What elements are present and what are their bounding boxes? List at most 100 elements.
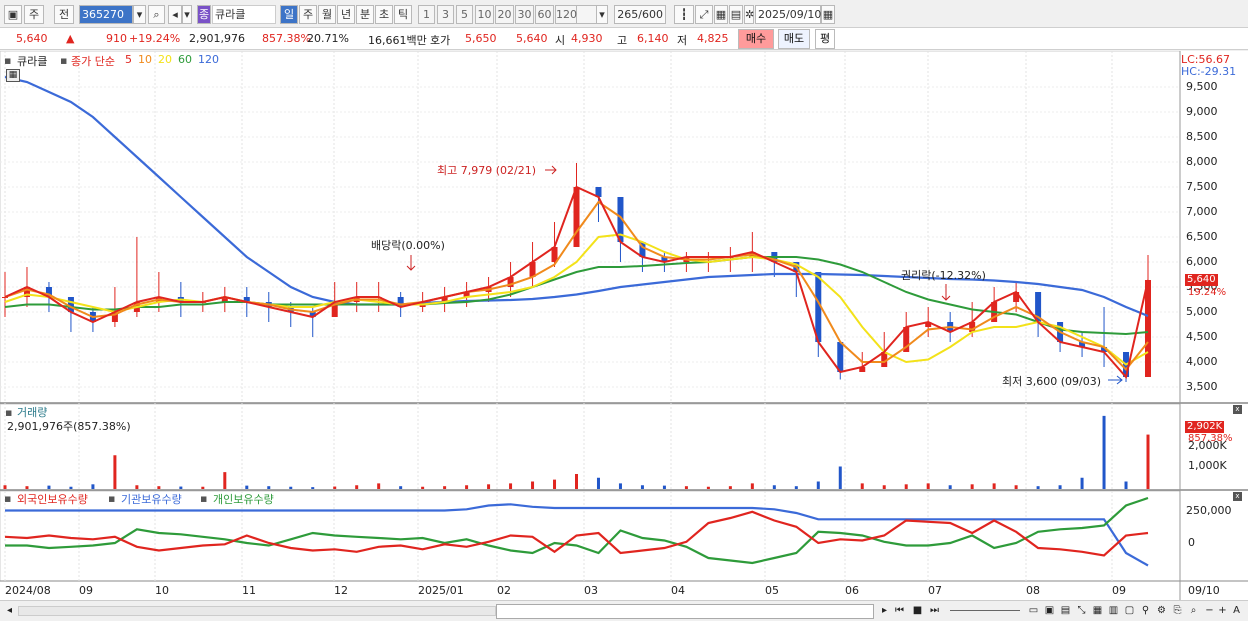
pin-icon[interactable]: ⚲ bbox=[1139, 604, 1152, 618]
interval-dropdown-icon[interactable]: ▾ bbox=[596, 5, 608, 24]
ma-legend-20[interactable]: 20 bbox=[158, 53, 172, 66]
scroll-bar[interactable]: ◂ ▸ ⏮ ■ ⏭ ▭ ▣ ▤ ⤡ ▦ ▥ ▢ ⚲ ⚙ ⎘ ⌕ − + A bbox=[0, 600, 1248, 621]
interval-0[interactable]: 1 bbox=[418, 5, 435, 24]
layout-icon[interactable]: ▣ bbox=[1043, 604, 1056, 618]
volume-bar bbox=[509, 483, 513, 489]
code-input[interactable]: 365270 bbox=[79, 5, 133, 24]
sell-button[interactable]: 매도 bbox=[778, 29, 810, 49]
stop-icon[interactable]: ■ bbox=[911, 604, 924, 618]
last-pct-tag: 19.24% bbox=[1188, 287, 1227, 298]
period-2[interactable]: 월 bbox=[318, 5, 336, 24]
minus-icon[interactable]: − bbox=[1203, 604, 1216, 618]
volume-bar bbox=[728, 486, 732, 489]
volume-bar bbox=[596, 477, 600, 489]
period-6[interactable]: 틱 bbox=[394, 5, 412, 24]
pane-marker-icon: ▪ bbox=[108, 492, 116, 505]
period-1[interactable]: 주 bbox=[299, 5, 317, 24]
plus-icon[interactable]: + bbox=[1216, 604, 1229, 618]
speaker-icon[interactable]: ◂ bbox=[168, 5, 182, 24]
interval-5[interactable]: 30 bbox=[515, 5, 534, 24]
interval-3[interactable]: 10 bbox=[475, 5, 494, 24]
search-icon[interactable]: ⌕ bbox=[148, 5, 165, 24]
speaker-dropdown-icon[interactable]: ▾ bbox=[182, 5, 192, 24]
eval-button[interactable]: 평 bbox=[815, 29, 835, 49]
fast-forward-icon[interactable]: ⏭ bbox=[928, 604, 941, 618]
table-icon[interactable]: ▥ bbox=[1107, 604, 1120, 618]
zoom-slider[interactable] bbox=[950, 610, 1020, 611]
bid-label: 호가 bbox=[430, 34, 451, 47]
x-axis-label: 04 bbox=[671, 584, 685, 597]
price-axis-tick: 9,000 bbox=[1186, 105, 1218, 118]
interval-1[interactable]: 3 bbox=[437, 5, 454, 24]
font-size-icon[interactable]: A bbox=[1230, 604, 1243, 618]
period-4[interactable]: 분 bbox=[356, 5, 374, 24]
volume-bar bbox=[992, 483, 996, 489]
dividend-annotation: 배당락(0.00%) bbox=[371, 239, 445, 252]
holdings-legend-1[interactable]: 기관보유수량 bbox=[121, 491, 182, 507]
volume-last-tag: 2,902K bbox=[1185, 421, 1225, 433]
settings-icon[interactable]: ✲ bbox=[744, 5, 754, 24]
price-axis-tick: 6,000 bbox=[1186, 255, 1218, 268]
export-icon[interactable]: ⎘ bbox=[1171, 604, 1184, 618]
scroll-left-icon[interactable]: ◂ bbox=[3, 604, 16, 618]
pane-close-icon[interactable]: x bbox=[1233, 405, 1242, 414]
price-axis-tick: 9,500 bbox=[1186, 80, 1218, 93]
candle-type-icon[interactable]: ┇ bbox=[674, 5, 694, 24]
price-axis-tick: 4,500 bbox=[1186, 330, 1218, 343]
period-0[interactable]: 일 bbox=[280, 5, 298, 24]
period-5[interactable]: 초 bbox=[375, 5, 393, 24]
grid-icon[interactable]: ▦ bbox=[1091, 604, 1104, 618]
volume-bar bbox=[838, 466, 842, 489]
quote-bar: 5,640 ▲ 910 +19.24% 2,901,976 857.38% 20… bbox=[0, 28, 1248, 50]
ma-legend-120[interactable]: 120 bbox=[198, 53, 219, 66]
ma-legend-60[interactable]: 60 bbox=[178, 53, 192, 66]
price-pane-title: 큐라클 bbox=[17, 55, 48, 68]
prev-button[interactable]: 전 bbox=[54, 5, 74, 24]
draw-tool-icon[interactable]: ⤢ bbox=[695, 5, 713, 24]
period-3[interactable]: 년 bbox=[337, 5, 355, 24]
scroll-right-icon[interactable]: ▸ bbox=[878, 604, 891, 618]
scroll-track[interactable] bbox=[18, 606, 496, 616]
interval-4[interactable]: 20 bbox=[495, 5, 514, 24]
x-axis-label: 07 bbox=[928, 584, 942, 597]
volume-bar bbox=[179, 486, 183, 489]
holdings-legend-2[interactable]: 개인보유수량 bbox=[213, 491, 274, 507]
pane-close-icon[interactable]: x bbox=[1233, 492, 1242, 501]
volume-bar bbox=[1058, 485, 1062, 489]
ma-legend-5[interactable]: 5 bbox=[125, 53, 132, 66]
window-menu-icon[interactable]: ▣ bbox=[4, 5, 22, 24]
price-axis-tick: 6,500 bbox=[1186, 230, 1218, 243]
split-icon[interactable]: ▤ bbox=[1059, 604, 1072, 618]
code-dropdown-icon[interactable]: ▾ bbox=[133, 5, 146, 24]
rewind-icon[interactable]: ⏮ bbox=[893, 604, 906, 618]
volume-bar bbox=[245, 485, 249, 489]
scroll-thumb[interactable] bbox=[496, 604, 874, 619]
config-icon[interactable]: ⚙ bbox=[1155, 604, 1168, 618]
interval-2[interactable]: 5 bbox=[456, 5, 473, 24]
calendar-icon[interactable]: ▦ bbox=[821, 5, 835, 24]
volume-bar bbox=[662, 485, 666, 489]
link-icon[interactable]: ⤡ bbox=[1075, 604, 1088, 618]
search-icon[interactable]: ⌕ bbox=[1187, 604, 1200, 618]
date-input[interactable]: 2025/09/10 bbox=[755, 5, 821, 24]
chart-grid-icon[interactable]: ▦ bbox=[714, 5, 728, 24]
interval-6[interactable]: 60 bbox=[535, 5, 554, 24]
x-axis-label: 2024/08 bbox=[5, 584, 51, 597]
interval-7[interactable]: 120 bbox=[555, 5, 577, 24]
save-icon[interactable]: ▤ bbox=[729, 5, 743, 24]
chart-canvas[interactable] bbox=[0, 51, 1248, 621]
volume-bar bbox=[970, 484, 974, 489]
count-input[interactable]: 265/600 bbox=[614, 5, 666, 24]
trade-amount: 16,661백만 bbox=[368, 34, 427, 47]
market-select[interactable]: 주 bbox=[24, 5, 44, 24]
chart-settings-icon[interactable]: ▦ bbox=[6, 69, 20, 82]
x-axis-label: 08 bbox=[1026, 584, 1040, 597]
low-label: 저 bbox=[677, 34, 688, 47]
holdings-legend-0[interactable]: 외국인보유수량 bbox=[17, 491, 88, 507]
chart-area[interactable]: ▪ 큐라클 ▪ 종가 단순 5 10 20 60 120 ▦ LC:56.67 HC:-… bbox=[0, 51, 1248, 621]
copy-icon[interactable]: ▢ bbox=[1123, 604, 1136, 618]
ma-legend-10[interactable]: 10 bbox=[138, 53, 152, 66]
zoom-out-icon[interactable]: ▭ bbox=[1027, 604, 1040, 618]
stock-name-field[interactable]: 큐라클 bbox=[212, 5, 276, 24]
buy-button[interactable]: 매수 bbox=[738, 29, 774, 49]
